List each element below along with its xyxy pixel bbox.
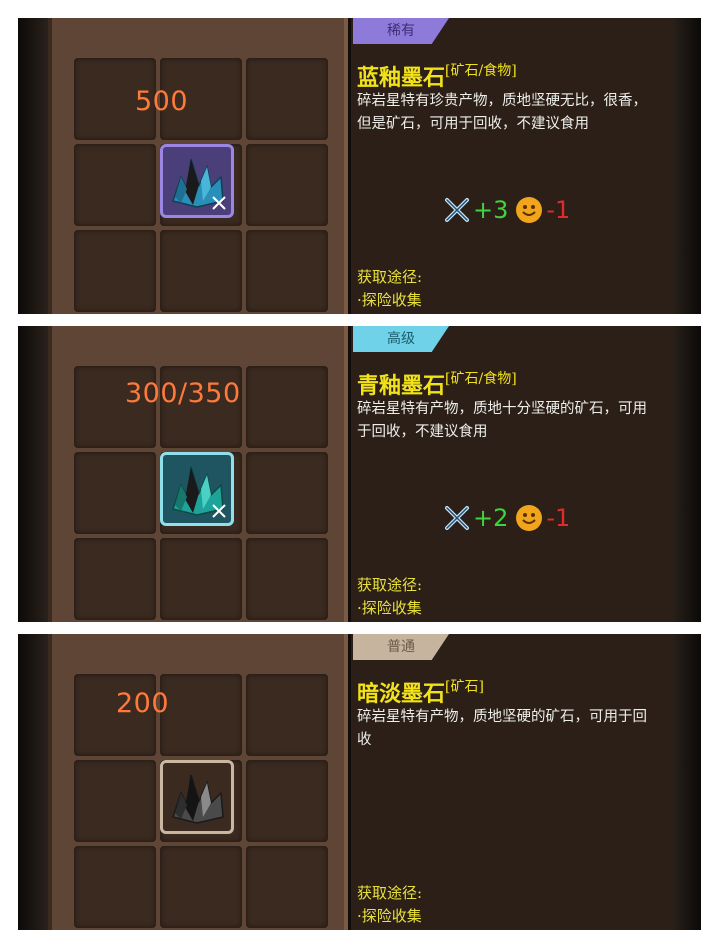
food-value: +3: [473, 196, 509, 224]
blue-glaze-ink-stone-icon: [172, 158, 226, 210]
fork-spoon-icon: [445, 198, 469, 222]
item-name: 青釉墨石: [357, 373, 446, 399]
inventory-slot[interactable]: [160, 674, 242, 756]
item-card-1: 500 稀有 蓝釉墨石[矿石/食物] 碎岩星特有珍贵产物，质地坚硬无比，很香，但…: [18, 18, 701, 314]
inventory-slot[interactable]: [246, 230, 328, 312]
item-category: [矿石/食物]: [445, 371, 517, 387]
card-left-shadow: [18, 634, 48, 930]
inventory-slot[interactable]: [246, 538, 328, 620]
inventory-slot[interactable]: [246, 452, 328, 534]
food-value: +2: [473, 504, 509, 532]
price-label: 300/350: [125, 378, 241, 409]
inventory-slot[interactable]: [246, 144, 328, 226]
acquire-method: ·探险收集: [357, 599, 422, 617]
inventory-slot[interactable]: [246, 760, 328, 842]
inventory-slot[interactable]: [160, 230, 242, 312]
acquire-title: 获取途径:: [357, 884, 423, 902]
item-description: 碎岩星特有产物，质地十分坚硬的矿石，可用于回收，不建议食用: [357, 401, 647, 440]
item-card-3: 200 普通 暗淡墨石[矿石] 碎岩星特有产物，质地坚硬的矿石，可用于回收 获取…: [18, 634, 701, 930]
item-category: [矿石/食物]: [445, 63, 517, 79]
card-right-shadow: [671, 326, 701, 622]
item-card-2: 300/350 高级 青釉墨石[矿石/食物] 碎岩星特有产物，质地十分坚硬的矿石…: [18, 326, 701, 622]
selected-item-slot[interactable]: [160, 144, 234, 218]
inventory-slot[interactable]: [74, 846, 156, 928]
inventory-panel: 200: [48, 634, 348, 930]
item-description: 碎岩星特有产物，质地坚硬的矿石，可用于回收: [357, 709, 647, 748]
mood-value: -1: [546, 504, 571, 532]
inventory-slot[interactable]: [74, 452, 156, 534]
item-effects: +2 -1: [441, 502, 570, 534]
inventory-slot[interactable]: [160, 846, 242, 928]
rarity-tag: 稀有: [353, 18, 449, 44]
item-detail-panel: 普通 暗淡墨石[矿石] 碎岩星特有产物，质地坚硬的矿石，可用于回收 获取途径: …: [348, 634, 673, 930]
inventory-slot[interactable]: [246, 58, 328, 140]
rarity-tag: 高级: [353, 326, 449, 352]
dull-ink-stone-icon: [172, 774, 224, 824]
inventory-slot[interactable]: [74, 144, 156, 226]
item-detail-panel: 高级 青釉墨石[矿石/食物] 碎岩星特有产物，质地十分坚硬的矿石，可用于回收，不…: [348, 326, 673, 622]
cyan-glaze-ink-stone-icon: [172, 466, 226, 518]
price-label: 500: [135, 86, 189, 117]
item-title: 青釉墨石[矿石/食物]: [357, 368, 517, 400]
inventory-panel: 500: [48, 18, 348, 314]
card-left-shadow: [18, 326, 48, 622]
inventory-slot[interactable]: [74, 230, 156, 312]
inventory-slot[interactable]: [246, 846, 328, 928]
smile-icon: [516, 505, 543, 531]
inventory-slot[interactable]: [74, 538, 156, 620]
selected-item-slot[interactable]: [160, 760, 234, 834]
inventory-slot[interactable]: [74, 760, 156, 842]
fork-spoon-icon: [445, 506, 469, 530]
price-label: 200: [116, 688, 170, 719]
acquire-title: 获取途径:: [357, 576, 423, 594]
card-left-shadow: [18, 18, 48, 314]
inventory-slot[interactable]: [160, 538, 242, 620]
item-name: 蓝釉墨石: [357, 65, 446, 91]
card-right-shadow: [671, 634, 701, 930]
item-category: [矿石]: [445, 679, 484, 695]
item-title: 暗淡墨石[矿石]: [357, 676, 484, 708]
inventory-slot[interactable]: [246, 366, 328, 448]
card-right-shadow: [671, 18, 701, 314]
acquire-method: ·探险收集: [357, 291, 422, 309]
item-description: 碎岩星特有珍贵产物，质地坚硬无比，很香，但是矿石，可用于回收，不建议食用: [357, 93, 647, 132]
selected-item-slot[interactable]: [160, 452, 234, 526]
inventory-panel: 300/350: [48, 326, 348, 622]
item-title: 蓝釉墨石[矿石/食物]: [357, 60, 517, 92]
item-name: 暗淡墨石: [357, 681, 446, 707]
rarity-tag: 普通: [353, 634, 449, 660]
acquire-title: 获取途径:: [357, 268, 423, 286]
item-detail-panel: 稀有 蓝釉墨石[矿石/食物] 碎岩星特有珍贵产物，质地坚硬无比，很香，但是矿石，…: [348, 18, 673, 314]
mood-value: -1: [546, 196, 571, 224]
smile-icon: [516, 197, 543, 223]
item-effects: +3 -1: [441, 194, 570, 226]
inventory-slot[interactable]: [246, 674, 328, 756]
acquire-method: ·探险收集: [357, 907, 422, 925]
